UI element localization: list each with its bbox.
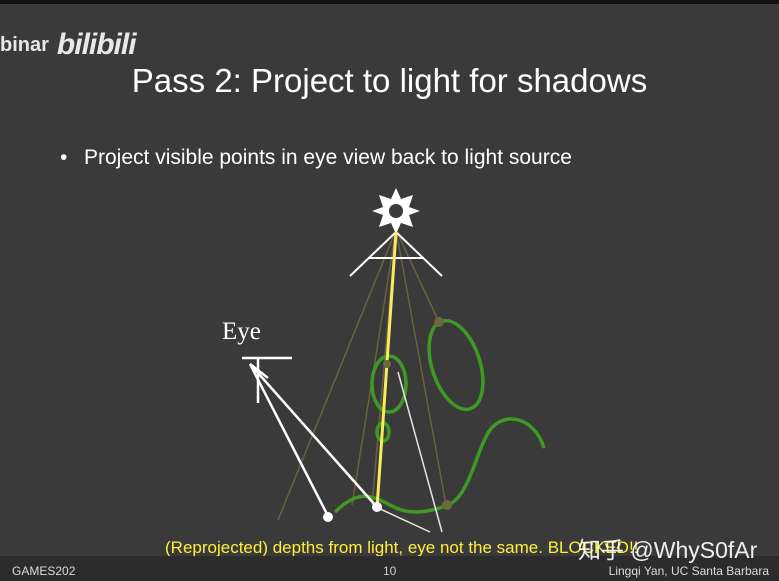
shadow-sample-dot-3 <box>442 500 452 510</box>
shadow-sample-dot-1 <box>434 317 444 327</box>
eye-label: Eye <box>222 318 261 345</box>
course-name: GAMES202 <box>12 564 76 578</box>
reprojection-rays <box>377 371 443 533</box>
zhihu-watermark: 知乎 @WhyS0fAr <box>578 537 758 563</box>
light-source-icon <box>372 188 420 234</box>
eye-camera-icon <box>242 356 377 517</box>
diagram-caption: (Reprojected) depths from light, eye not… <box>165 538 639 557</box>
light-ray-to-point <box>375 231 398 509</box>
shadow-projection-diagram <box>242 188 546 533</box>
light-frustum-rays <box>277 229 447 521</box>
shadow-sample-dot-2 <box>383 360 391 368</box>
frustum-ray-5 <box>395 229 439 321</box>
page-number: 10 <box>383 564 397 578</box>
occluder-ellipse-large <box>427 318 485 412</box>
author-credit: Lingqi Yan, UC Santa Barbara <box>608 564 769 578</box>
visible-point-a <box>323 512 333 522</box>
sun-core-icon <box>389 204 403 218</box>
visible-point-b <box>372 502 382 512</box>
reprojection-ray-1 <box>397 371 443 533</box>
